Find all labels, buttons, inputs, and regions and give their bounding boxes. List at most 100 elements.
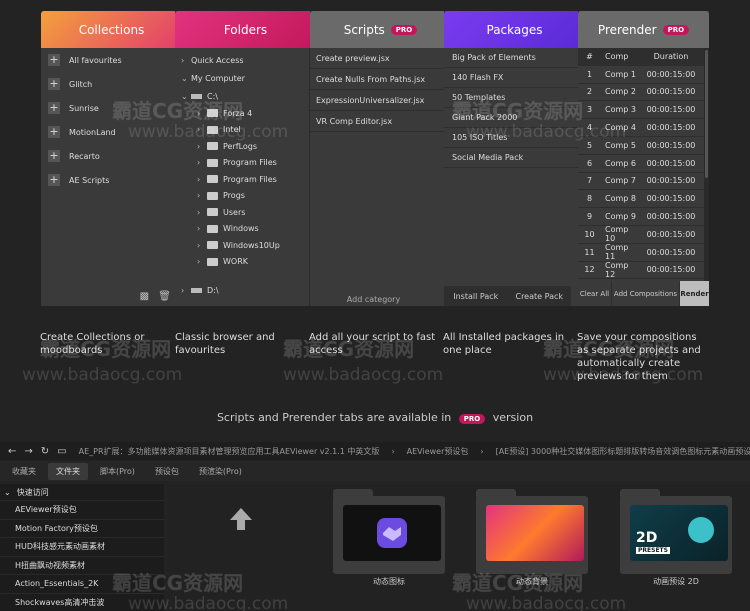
script-item[interactable]: Create Nulls From Paths.jsx xyxy=(310,69,444,90)
render-button[interactable]: Render xyxy=(680,281,709,306)
folder-item[interactable]: › Windows10Up xyxy=(175,237,309,254)
folder-tile[interactable]: 动态图标 xyxy=(333,484,445,587)
folder-tree: › Quick Access ⌄ My Computer ⌄ C:\ › Forza 4… xyxy=(175,48,309,306)
collection-item[interactable]: + Recarto xyxy=(41,144,175,168)
tab-favorites[interactable]: 收藏夹 xyxy=(4,463,44,480)
folder-icon xyxy=(207,142,218,151)
chevron-down-icon: ⌄ xyxy=(181,74,188,83)
folder-label: 动态背景 xyxy=(516,577,548,586)
table-row[interactable]: 5 Comp 5 00:00:15:00 xyxy=(578,137,704,155)
prerender-title[interactable]: Prerender PRO xyxy=(578,11,709,48)
folder-item[interactable]: › WORK xyxy=(175,254,309,271)
sidebar-item[interactable]: AEViewer预设包 xyxy=(0,500,164,519)
sidebar-item[interactable]: Motion Factory预设包 xyxy=(0,518,164,538)
collection-item[interactable]: + All favourites xyxy=(41,48,175,72)
plus-icon: + xyxy=(48,101,60,114)
drive-d-item[interactable]: › D:\ xyxy=(175,282,309,299)
table-row[interactable]: 6 Comp 6 00:00:15:00 xyxy=(578,155,704,173)
collections-panel: Collections + All favourites + Glitch + Sun… xyxy=(41,11,182,306)
quick-access-header[interactable]: ⌄ 快速访问 xyxy=(0,484,164,500)
monitor-icon[interactable]: ▭ xyxy=(57,446,66,457)
browser-tabs: 收藏夹 文件夹 脚本(Pro) 预设包 预渲染(Pro) xyxy=(0,461,750,481)
script-item[interactable]: ExpressionUniversalizer.jsx xyxy=(310,90,444,111)
folder-icon xyxy=(207,208,218,217)
sidebar-item[interactable]: Action_Essentials_2K xyxy=(0,574,164,593)
chevron-right-icon: › xyxy=(181,55,185,65)
sidebar-item[interactable]: Shockwaves高清冲击波 xyxy=(0,592,164,611)
add-collection-icon[interactable]: ▩ xyxy=(140,291,149,302)
address-bar[interactable]: ← → ↻ ▭ AE_PR扩展：多功能媒体资源项目素材管理预览应用工具AEVie… xyxy=(0,442,750,460)
package-item[interactable]: Social Media Pack xyxy=(444,148,578,168)
breadcrumb[interactable]: AEViewer预设包 xyxy=(407,446,469,457)
tab-prerender[interactable]: 预渲染(Pro) xyxy=(191,463,250,480)
sidebar-item[interactable]: H扭曲飘动视频素材 xyxy=(0,555,164,575)
table-row[interactable]: 7 Comp 7 00:00:15:00 xyxy=(578,173,704,191)
add-category-button[interactable]: Add category xyxy=(310,295,437,304)
table-row[interactable]: 12 Comp 12 00:00:15:00 xyxy=(578,261,704,280)
folder-item[interactable]: › Program Files xyxy=(175,171,309,188)
folders-title[interactable]: Folders xyxy=(175,11,316,48)
breadcrumb[interactable]: [AE预设] 3000种社交媒体图形标题排版转场音效调色图标元素动画预设包Bo xyxy=(496,446,750,457)
table-row[interactable]: 10 Comp 10 00:00:15:00 xyxy=(578,225,704,244)
folder-tile[interactable]: 2D PRESETS 动画预设 2D xyxy=(620,484,732,587)
chevron-right-icon: › xyxy=(197,125,201,135)
collection-item[interactable]: + Glitch xyxy=(41,72,175,96)
install-pack-button[interactable]: Install Pack xyxy=(444,286,508,306)
folder-item[interactable]: › Intel xyxy=(175,122,309,139)
my-computer-item[interactable]: ⌄ My Computer xyxy=(175,69,309,89)
table-row[interactable]: 8 Comp 8 00:00:15:00 xyxy=(578,190,704,209)
forward-arrow-icon[interactable]: → xyxy=(24,446,32,457)
tab-scripts[interactable]: 脚本(Pro) xyxy=(92,463,143,480)
collection-item[interactable]: + Sunrise xyxy=(41,96,175,120)
tab-packages[interactable]: 预设包 xyxy=(147,463,187,480)
clear-all-button[interactable]: Clear All xyxy=(578,281,611,306)
prerender-footer: Clear All Add Compositions Render xyxy=(578,281,709,306)
script-item[interactable]: VR Comp Editor.jsx xyxy=(310,111,444,132)
folder-item[interactable]: › Program Files xyxy=(175,155,309,172)
back-arrow-icon[interactable]: ← xyxy=(8,446,16,457)
folder-grid: 动态图标 动态背景 2D PRESETS 动画预设 2D xyxy=(168,484,750,611)
packages-title[interactable]: Packages xyxy=(444,11,585,48)
sidebar-item[interactable]: HUD科技感元素动画素材 xyxy=(0,537,164,556)
breadcrumb[interactable]: AE_PR扩展：多功能媒体资源项目素材管理预览应用工具AEViewer v2.1… xyxy=(79,446,380,457)
table-row[interactable]: 1 Comp 1 00:00:15:00 xyxy=(578,66,704,84)
package-item[interactable]: 50 Templates xyxy=(444,88,578,108)
package-item[interactable]: Giant Pack 2000 xyxy=(444,108,578,128)
folder-label: 动画预设 2D xyxy=(653,577,699,586)
add-compositions-button[interactable]: Add Compositions xyxy=(612,281,679,306)
collections-title[interactable]: Collections xyxy=(41,11,182,48)
script-item[interactable]: Create preview.jsx xyxy=(310,48,444,69)
chevron-right-icon: › xyxy=(197,158,201,168)
table-row[interactable]: 9 Comp 9 00:00:15:00 xyxy=(578,208,704,226)
folder-tile[interactable]: 动态背景 xyxy=(476,484,588,587)
create-pack-button[interactable]: Create Pack xyxy=(508,286,572,306)
quick-access-item[interactable]: › Quick Access xyxy=(175,52,309,69)
table-row[interactable]: 3 Comp 3 00:00:15:00 xyxy=(578,101,704,120)
folder-item[interactable]: › Windows xyxy=(175,221,309,238)
table-header: # Comp Duration xyxy=(578,48,704,66)
package-item[interactable]: 140 Flash FX xyxy=(444,68,578,88)
trash-icon[interactable]: 🗑 xyxy=(158,291,171,302)
package-item[interactable]: 105 ISO Titles xyxy=(444,128,578,148)
collection-item[interactable]: + AE Scripts xyxy=(41,168,175,192)
package-item[interactable]: Big Pack of Elements xyxy=(444,48,578,68)
folder-item[interactable]: › Progs xyxy=(175,188,309,205)
tab-folders[interactable]: 文件夹 xyxy=(48,462,88,480)
folders-panel: Folders › Quick Access ⌄ My Computer ⌄ C:\ … xyxy=(175,11,316,306)
folder-item[interactable]: › Users xyxy=(175,204,309,221)
watermark-url: www.badaocg.com xyxy=(283,365,444,385)
table-row[interactable]: 11 Comp 11 00:00:15:00 xyxy=(578,243,704,262)
packages-list: Big Pack of Elements 140 Flash FX 50 Tem… xyxy=(444,48,578,306)
collection-item[interactable]: + MotionLand xyxy=(41,120,175,144)
refresh-icon[interactable]: ↻ xyxy=(41,446,49,457)
packages-footer: Install Pack Create Pack xyxy=(444,286,571,306)
scripts-title[interactable]: Scripts PRO xyxy=(310,11,451,48)
table-row[interactable]: 2 Comp 2 00:00:15:00 xyxy=(578,84,704,102)
table-row[interactable]: 4 Comp 4 00:00:15:00 xyxy=(578,119,704,137)
prerender-scrollbar[interactable] xyxy=(704,48,709,281)
packages-caption: All Installed packages in one place xyxy=(443,332,565,356)
drive-c-item[interactable]: ⌄ C:\ xyxy=(175,89,309,106)
folder-item[interactable]: › PerfLogs xyxy=(175,138,309,155)
up-arrow-icon[interactable] xyxy=(226,504,256,534)
folder-item[interactable]: › Forza 4 xyxy=(175,105,309,122)
